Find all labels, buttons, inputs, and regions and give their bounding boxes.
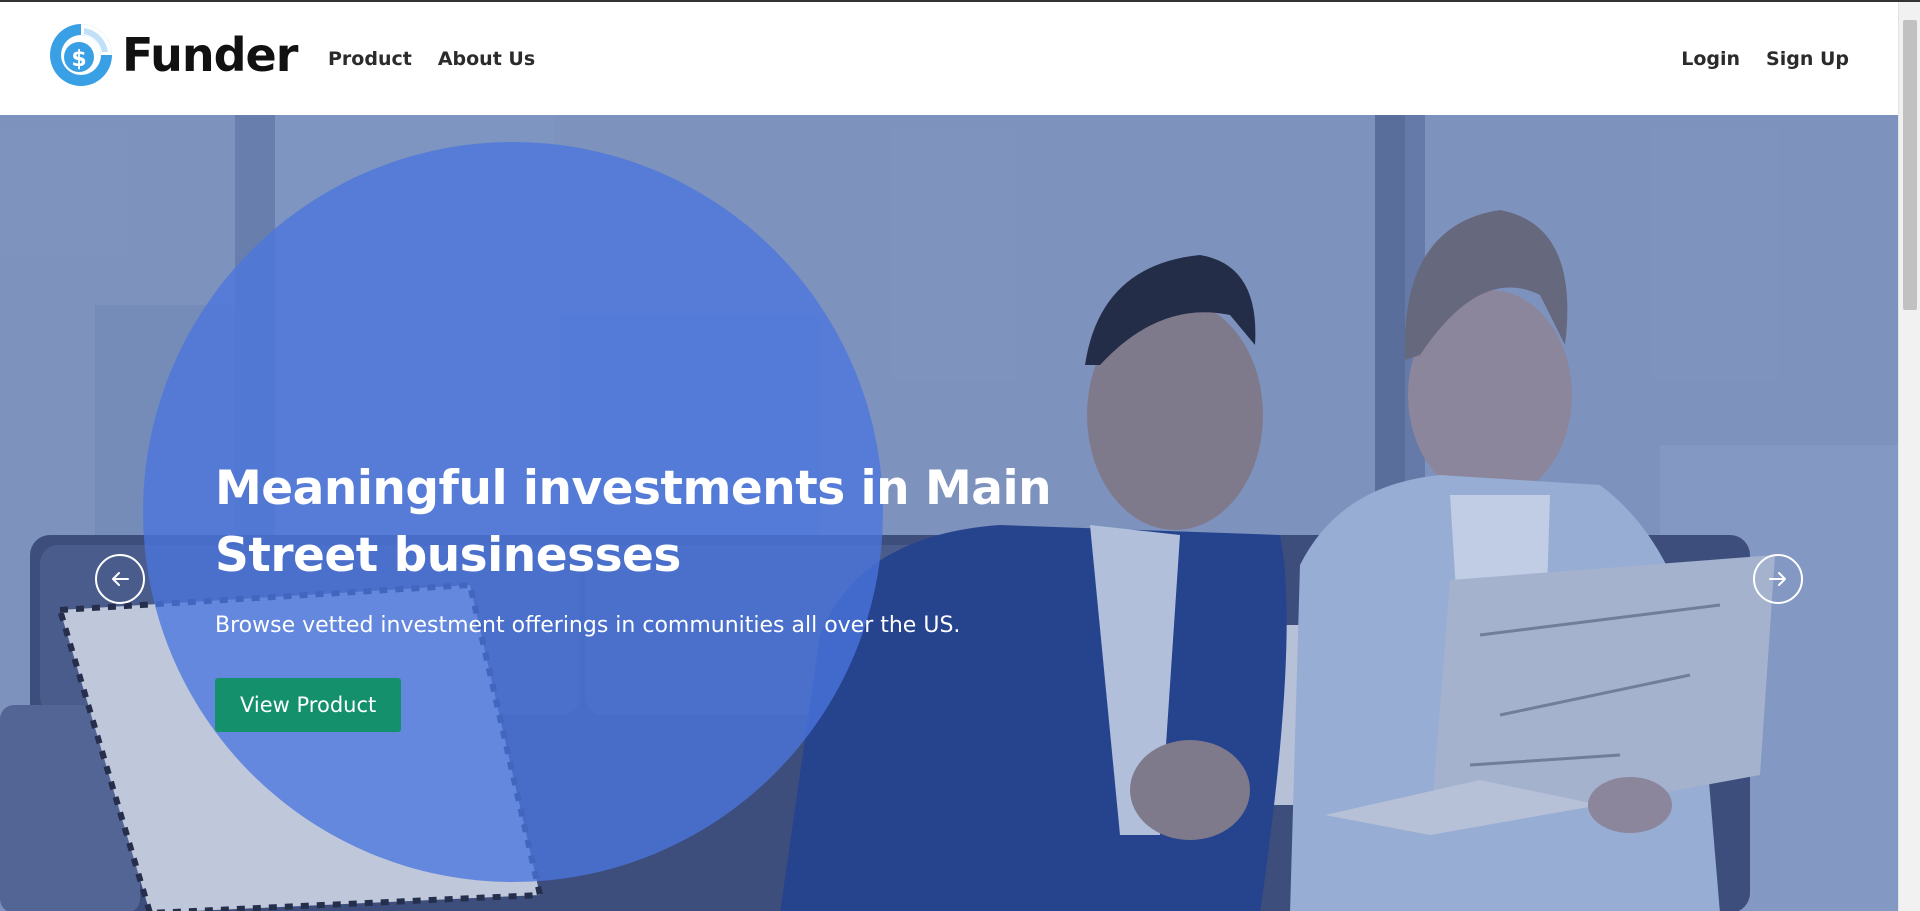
arrow-right-icon — [1769, 572, 1786, 586]
arrow-left-icon — [112, 572, 129, 586]
page-scrollbar[interactable] — [1898, 2, 1920, 911]
carousel-next-button[interactable] — [1753, 554, 1803, 604]
nav-product-link[interactable]: Product — [328, 48, 412, 70]
site-header: $ Funder Product About Us Login Sign Up — [0, 2, 1898, 115]
brand-name: Funder — [122, 28, 298, 82]
brand-logo-link[interactable]: $ Funder — [48, 22, 298, 88]
hero-subtitle: Browse vetted investment offerings in co… — [215, 613, 961, 638]
hero-carousel: Meaningful investments in Main Street bu… — [0, 115, 1898, 911]
sign-up-link[interactable]: Sign Up — [1766, 48, 1849, 70]
login-link[interactable]: Login — [1681, 48, 1740, 70]
primary-nav: Product About Us — [328, 48, 535, 70]
account-nav: Login Sign Up — [1681, 48, 1849, 70]
hero-title: Meaningful investments in Main Street bu… — [215, 461, 1052, 583]
nav-about-us-link[interactable]: About Us — [438, 48, 535, 70]
funder-logo-icon: $ — [50, 24, 112, 86]
view-product-button[interactable]: View Product — [215, 678, 402, 732]
scrollbar-thumb[interactable] — [1903, 20, 1917, 310]
page: $ Funder Product About Us Login Sign Up — [0, 0, 1920, 911]
carousel-prev-button[interactable] — [95, 554, 145, 604]
svg-text:$: $ — [71, 47, 86, 72]
hero-content: Meaningful investments in Main Street bu… — [215, 455, 1215, 732]
